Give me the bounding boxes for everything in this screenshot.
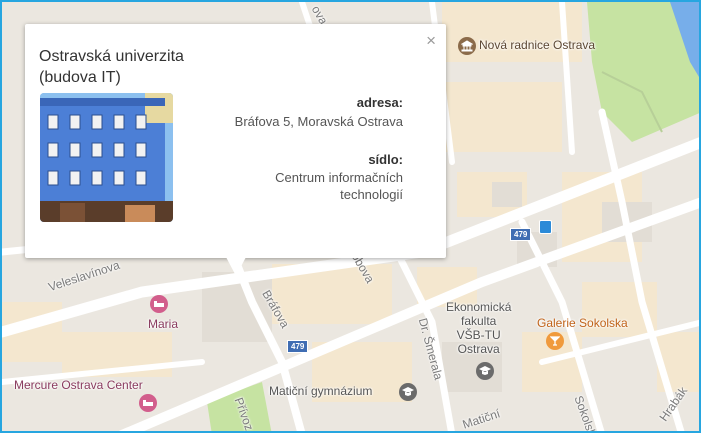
bar-icon[interactable] (546, 332, 564, 350)
nova-radnice-label[interactable]: Nová radnice Ostrava (479, 38, 595, 52)
school-icon[interactable] (476, 362, 494, 380)
seat-value: Centrum informačních technologií (275, 169, 403, 203)
map[interactable]: Nová radnice Ostrava ova Veleslavínova M… (0, 0, 701, 433)
ekonomicka-line-4: Ostrava (457, 342, 500, 356)
hotel-icon-2[interactable] (139, 394, 157, 412)
hotel-icon[interactable] (150, 295, 168, 313)
seat-value-line-1: Centrum informačních (275, 170, 403, 185)
address-value: Bráfova 5, Moravská Ostrava (234, 114, 403, 129)
school-icon-2[interactable] (399, 383, 417, 401)
popup-title-line-1: Ostravská univerzita (39, 48, 184, 65)
popup-title: Ostravská univerzita (budova IT) (39, 46, 279, 88)
popup-title-line-2: (budova IT) (39, 69, 121, 86)
ekonomicka-fakulta-label[interactable]: Ekonomická fakulta VŠB-TU Ostrava (446, 300, 511, 356)
town-hall-icon[interactable] (458, 37, 476, 55)
info-window-pointer (226, 257, 246, 276)
info-window: Ostravská univerzita (budova IT) × adres… (25, 24, 446, 258)
seat-label: sídlo: (368, 152, 403, 167)
route-479-badge: 479 (287, 340, 309, 353)
route-479-badge-2: 479 (510, 228, 532, 241)
bus-stop-icon[interactable] (539, 220, 552, 234)
ekonomicka-line-2: fakulta (461, 314, 497, 328)
galerie-sokolska-label[interactable]: Galerie Sokolska (537, 316, 628, 330)
close-icon[interactable]: × (426, 31, 436, 51)
seat-value-line-2: technologií (340, 187, 403, 202)
mercure-label[interactable]: Mercure Ostrava Center (14, 378, 143, 392)
address-label: adresa: (356, 95, 403, 110)
maticni-gymnazium-label[interactable]: Matiční gymnázium (269, 384, 372, 398)
ekonomicka-line-1: Ekonomická (446, 300, 512, 314)
maria-label[interactable]: Maria (148, 317, 178, 331)
building-photo (40, 93, 173, 222)
ekonomicka-line-3: VŠB-TU (456, 328, 501, 342)
